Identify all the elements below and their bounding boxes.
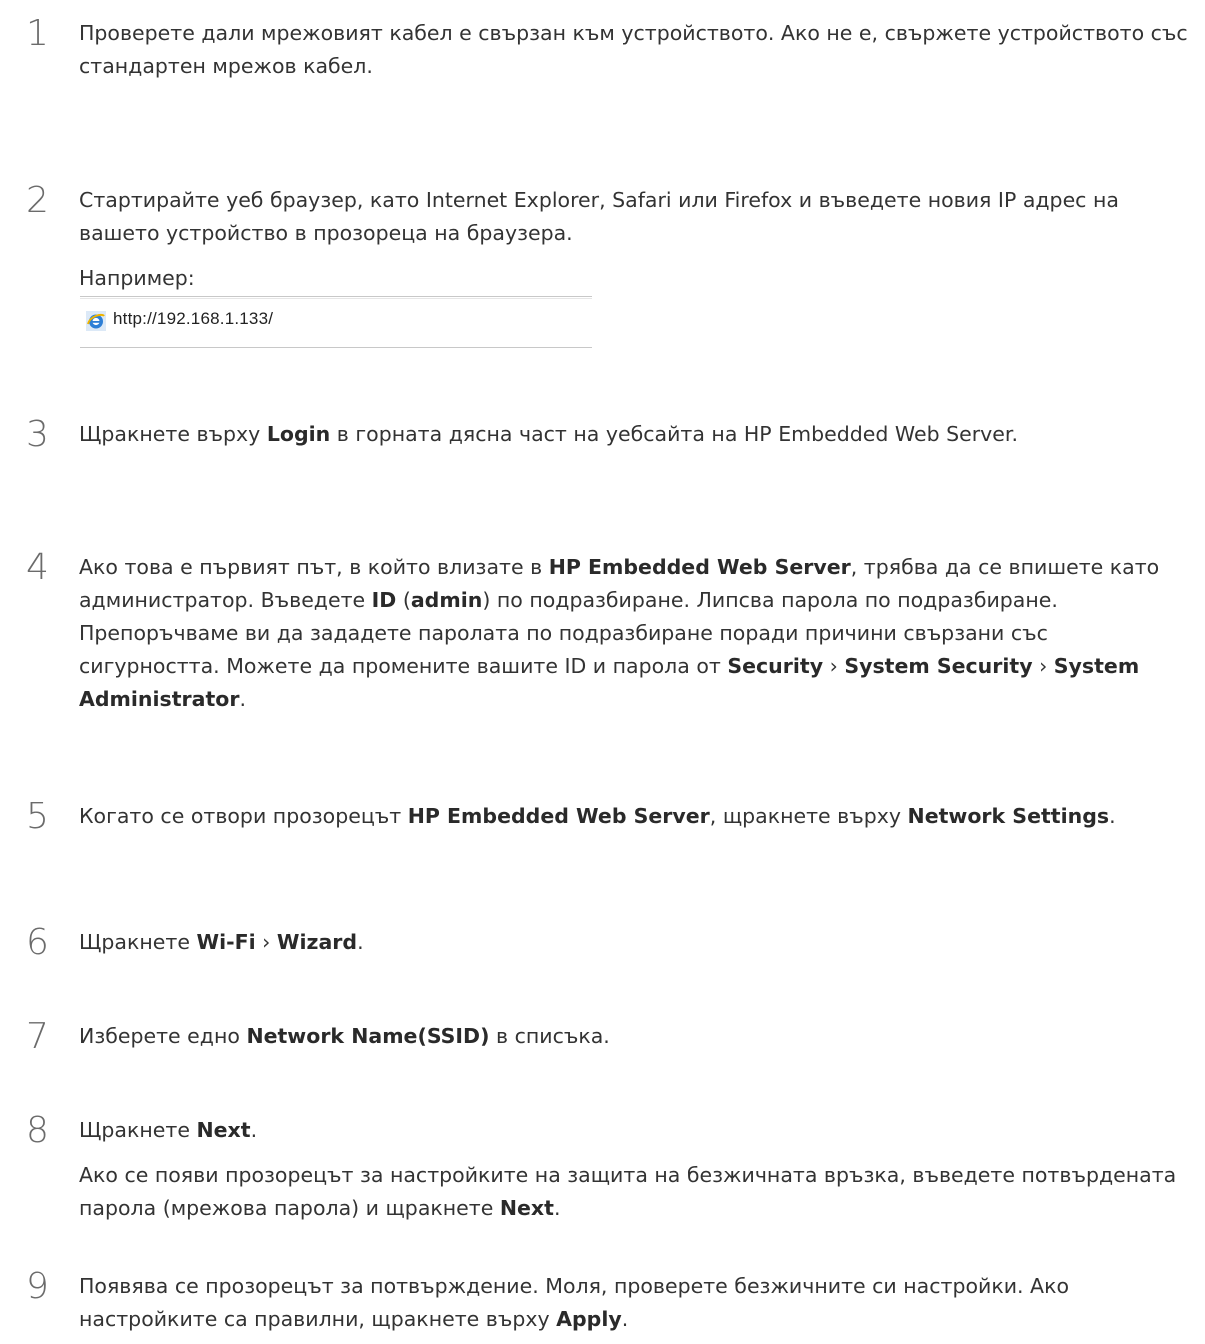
ui-term: System Security <box>844 654 1033 678</box>
step-number: 5 <box>26 796 49 837</box>
step-number: 9 <box>26 1266 49 1307</box>
text-run: . <box>553 1196 561 1220</box>
example-url: http://192.168.1.133/ <box>113 309 274 328</box>
step-paragraph: Изберете едно Network Name(SSID) в списъ… <box>79 1020 1194 1053</box>
step-text: Ако това е първият път, в който влизате … <box>79 551 1194 716</box>
step-number: 1 <box>26 13 49 54</box>
text-run: Проверете дали мрежовият кабел е свързан… <box>79 21 1188 78</box>
step-paragraph: Щракнете Wi-Fi › Wizard. <box>79 926 1194 959</box>
step-text: Проверете дали мрежовият кабел е свързан… <box>79 17 1194 83</box>
example-label: Например: <box>79 266 195 290</box>
step-number: 8 <box>26 1110 49 1151</box>
text-run: в горната дясна част на уебсайта на HP E… <box>330 422 1018 446</box>
ui-term: Wi-Fi <box>196 930 256 954</box>
ui-term: Network Name(SSID) <box>246 1024 490 1048</box>
ui-term: Next <box>499 1196 554 1220</box>
text-run: Ако се появи прозорецът за настройките н… <box>79 1163 1177 1220</box>
ui-term: Next <box>196 1118 251 1142</box>
text-run: › <box>823 654 845 678</box>
ui-term: Wizard <box>276 930 358 954</box>
step-text: Когато се отвори прозорецът HP Embedded … <box>79 800 1194 833</box>
text-run: Щракнете върху <box>79 422 267 446</box>
text-run: . <box>1109 804 1116 828</box>
text-run: Когато се отвори прозорецът <box>79 804 408 828</box>
internet-explorer-icon <box>86 311 106 331</box>
ui-term: Apply <box>556 1307 622 1331</box>
text-run: , щракнете върху <box>709 804 908 828</box>
text-run: ( <box>396 588 411 612</box>
text-run: Щракнете <box>79 1118 197 1142</box>
step-paragraph: Щракнете върху Login в горната дясна час… <box>79 418 1194 451</box>
text-run: . <box>250 1118 258 1142</box>
ui-term: admin <box>410 588 483 612</box>
step-number: 4 <box>26 547 49 588</box>
step-text: Щракнете върху Login в горната дясна час… <box>79 418 1194 451</box>
step-text: Появява се прозорецът за потвърждение. М… <box>79 1270 1194 1336</box>
step-number: 7 <box>26 1016 49 1057</box>
text-run: › <box>1032 654 1054 678</box>
ui-term: Security <box>727 654 824 678</box>
text-run: Стартирайте уеб браузер, като Internet E… <box>79 188 1119 245</box>
text-run: . <box>357 930 364 954</box>
step-paragraph: Щракнете Next. <box>79 1114 1194 1147</box>
step-number: 3 <box>26 414 49 455</box>
text-run: Изберете едно <box>79 1024 247 1048</box>
ui-term: HP Embedded Web Server <box>548 555 851 579</box>
text-run: в списъка. <box>489 1024 610 1048</box>
step-paragraph: Ако това е първият път, в който влизате … <box>79 551 1194 716</box>
browser-address-bar: http://192.168.1.133/ <box>80 296 592 348</box>
step-text: Щракнете Next. Ако се появи прозорецът за… <box>79 1114 1194 1225</box>
text-run: Щракнете <box>79 930 197 954</box>
step-number: 2 <box>26 180 49 221</box>
step-paragraph: Когато се отвори прозорецът HP Embedded … <box>79 800 1194 833</box>
text-run: . <box>621 1307 629 1331</box>
step-paragraph: Стартирайте уеб браузер, като Internet E… <box>79 184 1194 250</box>
text-run: . <box>239 687 247 711</box>
step-paragraph: Появява се прозорецът за потвърждение. М… <box>79 1270 1194 1336</box>
text-run: › <box>255 930 277 954</box>
step-text: Изберете едно Network Name(SSID) в списъ… <box>79 1020 1194 1053</box>
step-text: Щракнете Wi-Fi › Wizard. <box>79 926 1194 959</box>
step-text: Стартирайте уеб браузер, като Internet E… <box>79 184 1194 295</box>
ui-term: Login <box>266 422 331 446</box>
step-number: 6 <box>26 922 49 963</box>
text-run: Ако това е първият път, в който влизате … <box>79 555 549 579</box>
ui-term: ID <box>371 588 397 612</box>
step-paragraph: Проверете дали мрежовият кабел е свързан… <box>79 17 1194 83</box>
step-note: Ако се появи прозорецът за настройките н… <box>79 1159 1194 1225</box>
ui-term: HP Embedded Web Server <box>407 804 710 828</box>
ui-term: Network Settings <box>907 804 1110 828</box>
